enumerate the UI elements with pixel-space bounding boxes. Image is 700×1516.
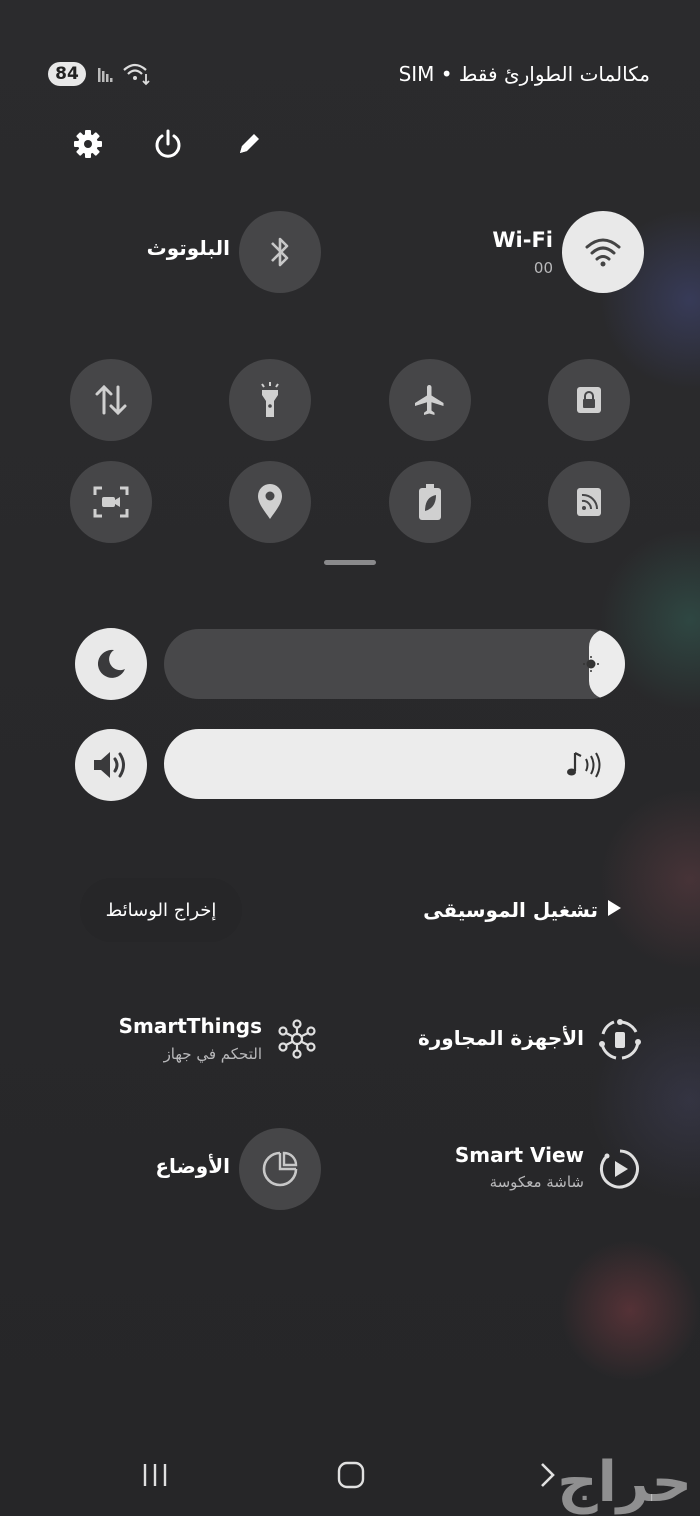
smartthings-sublabel: التحكم في جهاز xyxy=(163,1045,262,1063)
sound-mode-button[interactable] xyxy=(75,729,147,801)
wifi-label: Wi-Fi xyxy=(492,228,553,252)
recents-icon xyxy=(141,1462,169,1492)
speaker-icon xyxy=(91,748,131,782)
signal-bars-icon xyxy=(97,64,117,88)
wifi-calling-icon xyxy=(122,62,152,90)
bluetooth-label: البلوتوث xyxy=(146,236,230,260)
modes-label: الأوضاع xyxy=(155,1154,230,1178)
secure-folder-tile[interactable] xyxy=(548,359,630,441)
smartthings-icon xyxy=(277,1019,317,1063)
brightness-slider[interactable] xyxy=(164,629,625,699)
power-saving-icon xyxy=(417,483,443,521)
smart-view-sublabel: شاشة معكوسة xyxy=(489,1173,584,1191)
power-button[interactable] xyxy=(148,126,188,166)
home-icon xyxy=(337,1461,365,1493)
pencil-icon xyxy=(234,129,264,163)
flashlight-tile[interactable] xyxy=(229,359,311,441)
edit-button[interactable] xyxy=(229,126,269,166)
smart-view-label: Smart View xyxy=(454,1143,584,1167)
moon-icon xyxy=(94,647,128,681)
status-bar: 84 مكالمات الطوارئ فقط • SIM xyxy=(0,50,700,100)
cast-tile[interactable] xyxy=(548,461,630,543)
bluetooth-icon xyxy=(268,234,292,270)
brightness-sun-icon xyxy=(583,656,599,676)
recents-button[interactable] xyxy=(130,1455,180,1499)
wifi-icon xyxy=(584,236,622,268)
volume-slider[interactable] xyxy=(164,729,625,799)
wifi-network-name: 00 xyxy=(533,259,553,277)
watermark-logo: حراج xyxy=(557,1450,692,1515)
nearby-devices-icon xyxy=(598,1018,642,1066)
music-volume-icon xyxy=(565,749,607,785)
power-icon xyxy=(152,128,184,164)
cast-icon xyxy=(575,486,603,518)
modes-icon xyxy=(260,1149,300,1189)
eye-comfort-button[interactable] xyxy=(75,628,147,700)
media-output-button[interactable]: إخراج الوسائط xyxy=(80,878,242,942)
gear-icon xyxy=(72,128,104,164)
bluetooth-toggle[interactable] xyxy=(239,211,321,293)
battery-level: 84 xyxy=(55,64,79,84)
home-button[interactable] xyxy=(326,1455,376,1499)
mobile-data-tile[interactable] xyxy=(70,359,152,441)
panel-drag-handle[interactable] xyxy=(324,560,376,565)
smart-view-icon xyxy=(599,1148,641,1194)
carrier-text: مكالمات الطوارئ فقط • SIM xyxy=(398,62,650,86)
battery-indicator: 84 xyxy=(48,62,86,86)
airplane-icon xyxy=(412,382,448,418)
nearby-devices-label: الأجهزة المجاورة xyxy=(417,1026,584,1050)
airplane-mode-tile[interactable] xyxy=(389,359,471,441)
play-music-button[interactable]: تشغيل الموسيقى xyxy=(423,895,622,925)
power-saving-tile[interactable] xyxy=(389,461,471,543)
play-music-label: تشغيل الموسيقى xyxy=(423,898,598,922)
location-icon xyxy=(255,483,285,521)
back-icon xyxy=(536,1461,558,1493)
lock-screen-icon xyxy=(574,384,604,416)
flashlight-icon xyxy=(256,381,284,419)
location-tile[interactable] xyxy=(229,461,311,543)
media-output-label: إخراج الوسائط xyxy=(105,899,217,921)
data-transfer-icon xyxy=(93,383,129,417)
screen-recorder-icon xyxy=(92,485,130,519)
screen-recorder-tile[interactable] xyxy=(70,461,152,543)
wifi-toggle[interactable] xyxy=(562,211,644,293)
modes-button[interactable] xyxy=(239,1128,321,1210)
settings-button[interactable] xyxy=(68,126,108,166)
smartthings-label: SmartThings xyxy=(118,1014,262,1038)
play-icon xyxy=(606,899,622,921)
